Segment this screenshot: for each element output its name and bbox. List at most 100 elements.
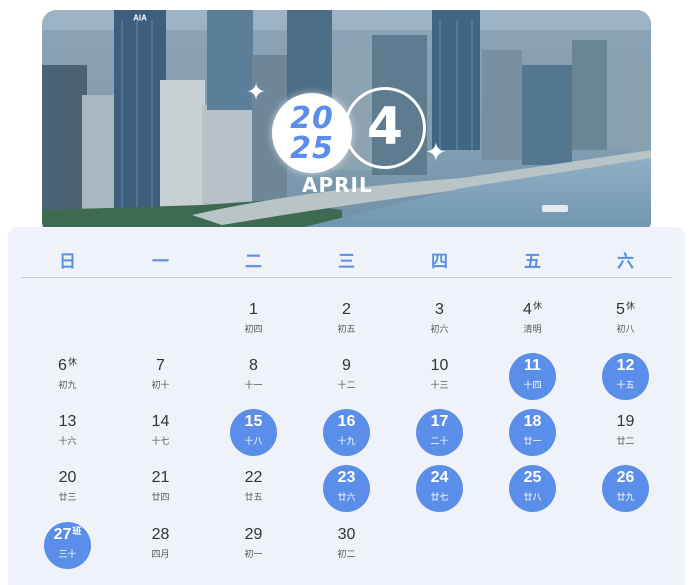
day-number: 4休 <box>486 301 579 319</box>
lunar-date: 廿九 <box>616 492 635 502</box>
day-cell[interactable]: 24 廿七 <box>393 465 486 521</box>
lunar-date: 初六 <box>430 324 449 334</box>
holiday-tag: 休 <box>532 301 542 311</box>
day-number: 28 <box>114 526 207 544</box>
lunar-date: 廿六 <box>337 492 356 502</box>
day-number-text: 23 <box>337 469 356 486</box>
day-cell[interactable]: 11 十四 <box>486 353 579 409</box>
day-cell[interactable]: 21 廿四 <box>114 465 207 521</box>
day-number-text: 12 <box>616 357 635 374</box>
lunar-date: 十七 <box>151 436 170 446</box>
lunar-date: 初五 <box>337 324 356 334</box>
day-number: 15 <box>207 413 300 431</box>
day-cell[interactable]: 27班 三十 <box>21 522 114 578</box>
lunar-date: 初八 <box>616 324 635 334</box>
day-cell[interactable]: 30 初二 <box>300 522 393 578</box>
day-number-text: 2 <box>342 301 351 318</box>
day-number: 2 <box>300 301 393 319</box>
day-cell[interactable]: 12 十五 <box>579 353 672 409</box>
day-number-text: 29 <box>244 526 263 543</box>
day-cell[interactable]: 25 廿八 <box>486 465 579 521</box>
day-number-text: 4 <box>523 301 532 318</box>
day-number-text: 18 <box>523 413 542 430</box>
day-cell[interactable]: 2 初五 <box>300 297 393 353</box>
day-number: 16 <box>300 413 393 431</box>
lunar-date: 四月 <box>151 549 170 559</box>
day-number-text: 30 <box>337 526 356 543</box>
day-number-text: 26 <box>616 469 635 486</box>
day-cell[interactable]: 23 廿六 <box>300 465 393 521</box>
day-number: 18 <box>486 413 579 431</box>
lunar-date: 十五 <box>616 380 635 390</box>
day-cell[interactable]: 16 十九 <box>300 409 393 465</box>
day-cell[interactable]: 18 廿一 <box>486 409 579 465</box>
lunar-date: 初十 <box>151 380 170 390</box>
day-cell[interactable]: 7 初十 <box>114 353 207 409</box>
day-number-text: 15 <box>244 413 263 430</box>
calendar-panel: 日 一 二 三 四 五 六 1 初四 2 初五 3 初六 4休 清明 5休 初八 6休 初九 7 初十 8 十… <box>8 227 685 585</box>
day-number: 23 <box>300 469 393 487</box>
day-cell[interactable]: 5休初八 <box>579 297 672 353</box>
city-banner: AIA ✦ 20 25 4 ✦ APRIL <box>42 10 651 235</box>
month-number: 4 <box>366 97 404 157</box>
weekday-thu: 四 <box>431 252 448 271</box>
weekday-sat: 六 <box>617 252 634 271</box>
lunar-date: 初九 <box>58 380 77 390</box>
day-number: 19 <box>579 413 672 431</box>
day-number: 14 <box>114 413 207 431</box>
day-number: 13 <box>21 413 114 431</box>
day-cell[interactable]: 20 廿三 <box>21 465 114 521</box>
weekday-wed: 三 <box>338 252 355 271</box>
day-number-text: 27 <box>53 526 72 543</box>
month-badge: ✦ 20 25 4 ✦ APRIL <box>246 81 447 203</box>
header-divider <box>21 277 672 278</box>
lunar-date: 初一 <box>244 549 263 559</box>
day-cell[interactable]: 19 廿二 <box>579 409 672 465</box>
day-number: 11 <box>486 357 579 375</box>
weekday-fri: 五 <box>524 252 541 271</box>
day-cell[interactable]: 1 初四 <box>207 297 300 353</box>
day-cell[interactable]: 14 十七 <box>114 409 207 465</box>
lunar-date: 十二 <box>337 380 356 390</box>
day-number-text: 13 <box>58 413 77 430</box>
day-number: 29 <box>207 526 300 544</box>
day-number-text: 5 <box>616 301 625 318</box>
year-circle: 20 25 <box>272 93 352 173</box>
day-number: 26 <box>579 469 672 487</box>
day-cell[interactable]: 13 十六 <box>21 409 114 465</box>
day-cell[interactable]: 10 十三 <box>393 353 486 409</box>
lunar-date: 十三 <box>430 380 449 390</box>
sparkle-icon: ✦ <box>425 137 447 167</box>
day-cell[interactable]: 29 初一 <box>207 522 300 578</box>
day-number: 24 <box>393 469 486 487</box>
lunar-date: 十一 <box>244 380 263 390</box>
day-number-text: 20 <box>58 469 77 486</box>
day-number: 27班 <box>21 526 114 544</box>
day-cell[interactable]: 15 十八 <box>207 409 300 465</box>
day-number-text: 3 <box>435 301 444 318</box>
day-number: 1 <box>207 301 300 319</box>
day-number: 5休 <box>579 301 672 319</box>
day-cell[interactable]: 28 四月 <box>114 522 207 578</box>
day-number-text: 6 <box>58 357 67 374</box>
day-cell[interactable]: 22 廿五 <box>207 465 300 521</box>
lunar-date: 初二 <box>337 549 356 559</box>
day-cell[interactable]: 3 初六 <box>393 297 486 353</box>
day-number-text: 21 <box>151 469 170 486</box>
day-number-text: 19 <box>616 413 635 430</box>
day-cell[interactable]: 26 廿九 <box>579 465 672 521</box>
day-number: 21 <box>114 469 207 487</box>
day-cell[interactable]: 8 十一 <box>207 353 300 409</box>
day-cell[interactable]: 9 十二 <box>300 353 393 409</box>
lunar-date: 初四 <box>244 324 263 334</box>
lunar-date: 廿三 <box>58 492 77 502</box>
month-name: APRIL <box>302 173 373 197</box>
day-cell[interactable]: 6休 初九 <box>21 353 114 409</box>
day-number-text: 24 <box>430 469 449 486</box>
day-number-text: 8 <box>249 357 258 374</box>
day-number-text: 10 <box>430 357 449 374</box>
day-cell[interactable]: 4休 清明 <box>486 297 579 353</box>
day-number: 17 <box>393 413 486 431</box>
day-cell[interactable]: 17 二十 <box>393 409 486 465</box>
lunar-date: 廿五 <box>244 492 263 502</box>
